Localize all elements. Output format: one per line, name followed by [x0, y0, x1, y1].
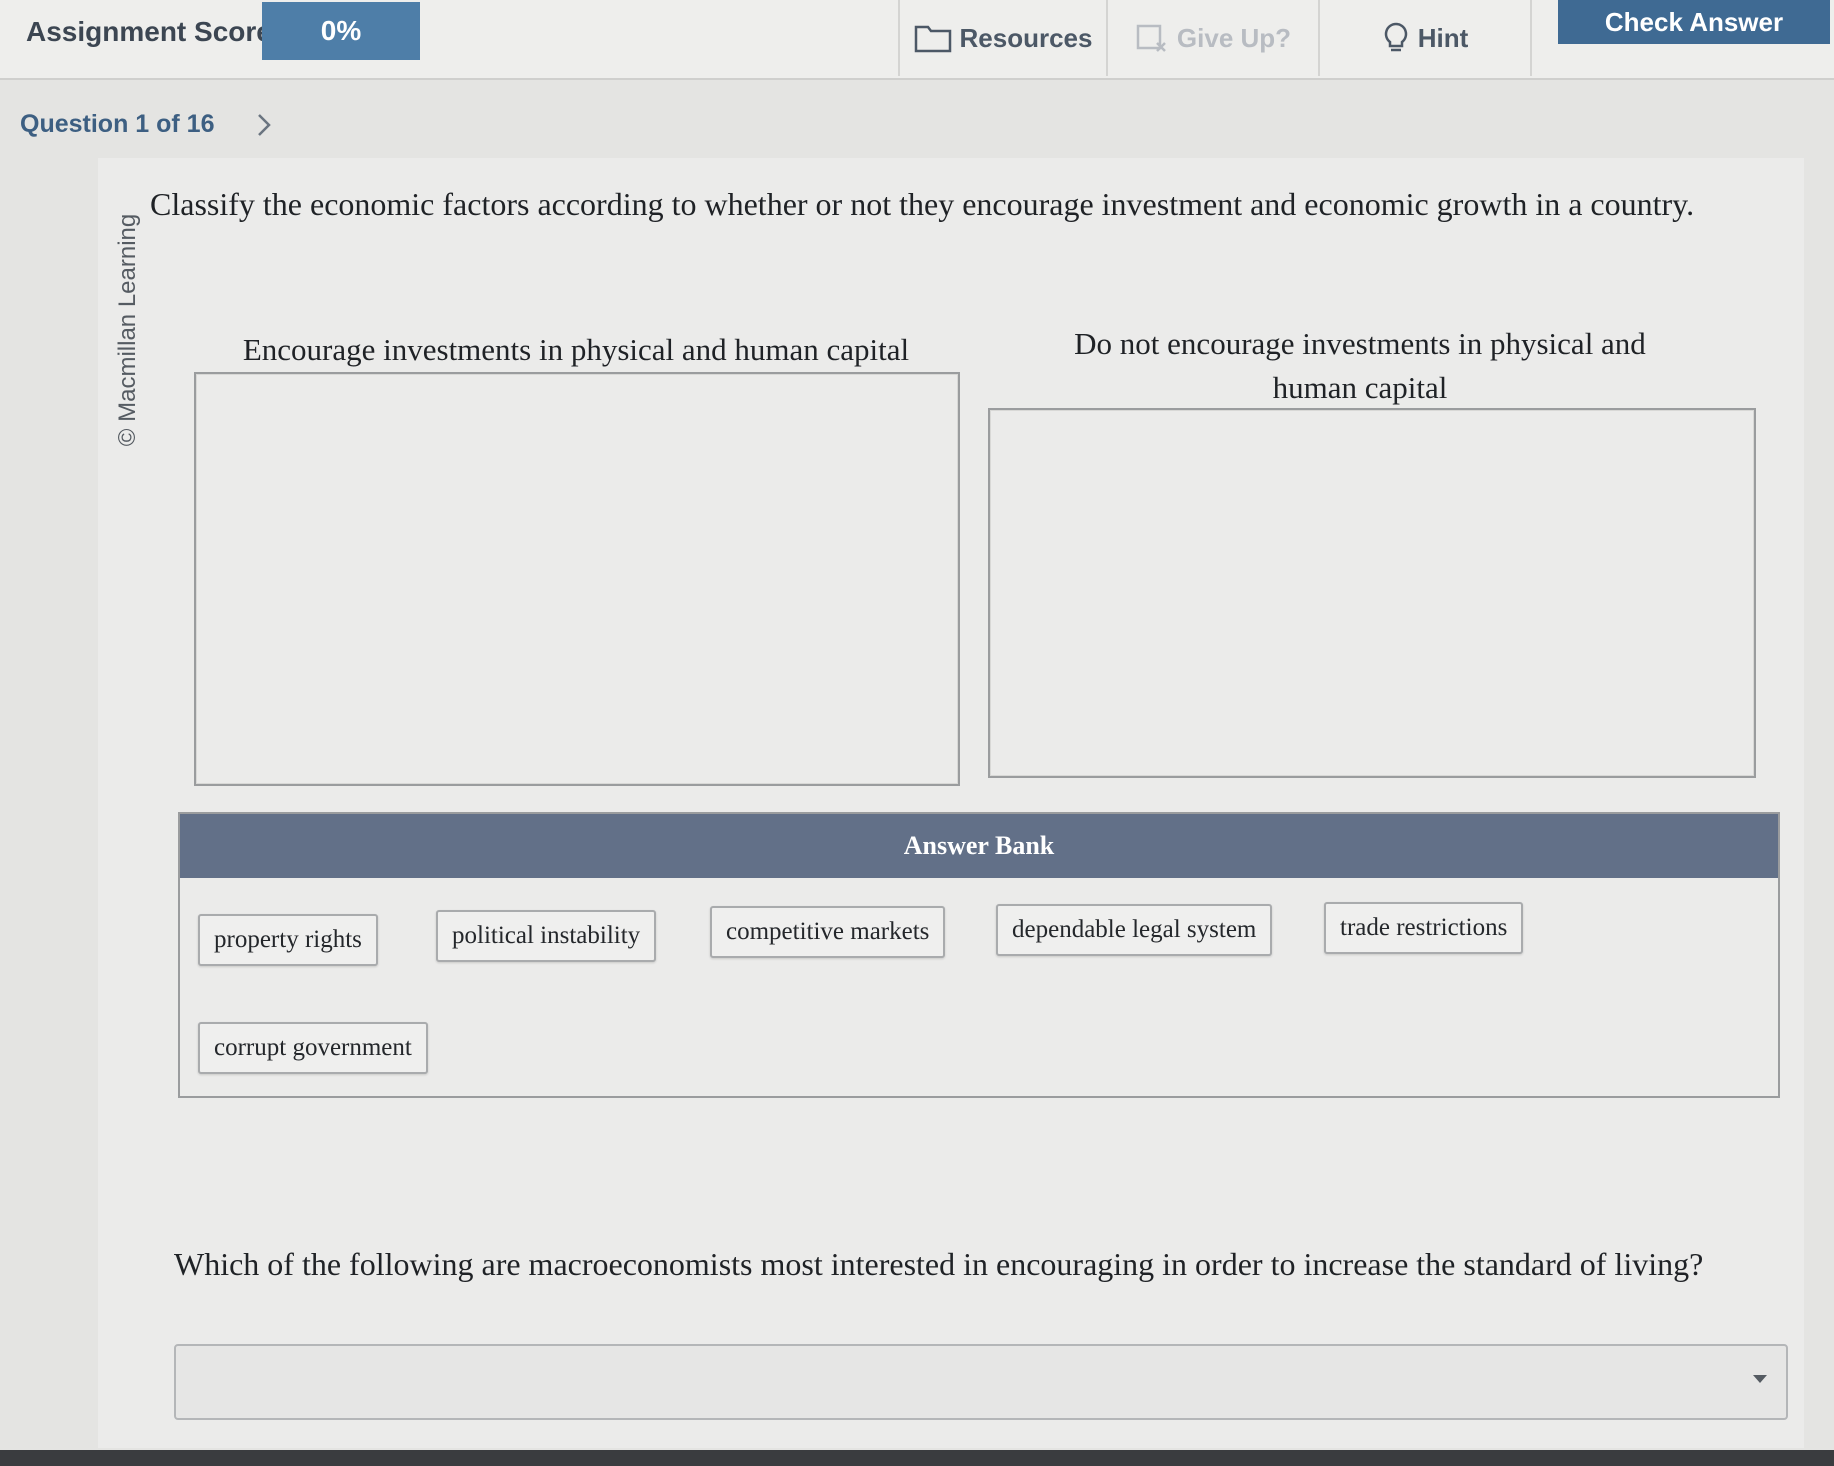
- question-2-prompt: Which of the following are macroeconomis…: [174, 1246, 1704, 1282]
- answer-dropdown[interactable]: [174, 1344, 1788, 1420]
- give-up-label: Give Up?: [1176, 22, 1292, 53]
- hint-label: Hint: [1417, 22, 1469, 53]
- question-navigation: Question 1 of 16: [20, 110, 274, 139]
- category-title-do-not-encourage: Do not encourage investments in physical…: [1074, 326, 1646, 405]
- top-bar: Assignment Score: 0% Resources Give Up? …: [0, 0, 1834, 80]
- chevron-right-icon[interactable]: [254, 111, 274, 139]
- answer-chip-property-rights[interactable]: property rights: [198, 914, 378, 966]
- answer-bank-title: Answer Bank: [180, 814, 1778, 878]
- give-up-button[interactable]: Give Up?: [1106, 0, 1318, 76]
- resources-button[interactable]: Resources: [898, 0, 1106, 76]
- check-answer-button[interactable]: Check Answer: [1558, 0, 1830, 44]
- resources-label: Resources: [959, 22, 1093, 53]
- toolbar-divider: [1530, 0, 1532, 76]
- category-title-encourage: Encourage investments in physical and hu…: [242, 332, 910, 367]
- give-up-icon: [1136, 24, 1166, 52]
- screen-bezel: [0, 1450, 1834, 1466]
- question-prompt: Classify the economic factors according …: [150, 186, 1695, 222]
- drop-zone-do-not-encourage[interactable]: [988, 408, 1756, 778]
- assignment-score-label: Assignment Score:: [26, 16, 282, 47]
- answer-chip-political-instability[interactable]: political instability: [436, 910, 657, 962]
- question-counter: Question 1 of 16: [20, 110, 215, 138]
- folder-icon: [914, 25, 951, 53]
- lightbulb-icon: [1384, 22, 1407, 52]
- caret-down-icon: [1753, 1375, 1767, 1383]
- answer-chip-dependable-legal-system[interactable]: dependable legal system: [996, 904, 1273, 956]
- copyright-label: © Macmillan Learning: [108, 200, 148, 460]
- answer-chip-competitive-markets[interactable]: competitive markets: [710, 906, 946, 958]
- hint-button[interactable]: Hint: [1318, 0, 1530, 76]
- assignment-score-value: 0%: [262, 2, 420, 60]
- answer-chip-trade-restrictions[interactable]: trade restrictions: [1324, 902, 1524, 954]
- copyright-text: © Macmillan Learning: [114, 213, 141, 447]
- answer-chip-corrupt-government[interactable]: corrupt government: [198, 1022, 428, 1074]
- drop-zone-encourage[interactable]: [194, 372, 960, 786]
